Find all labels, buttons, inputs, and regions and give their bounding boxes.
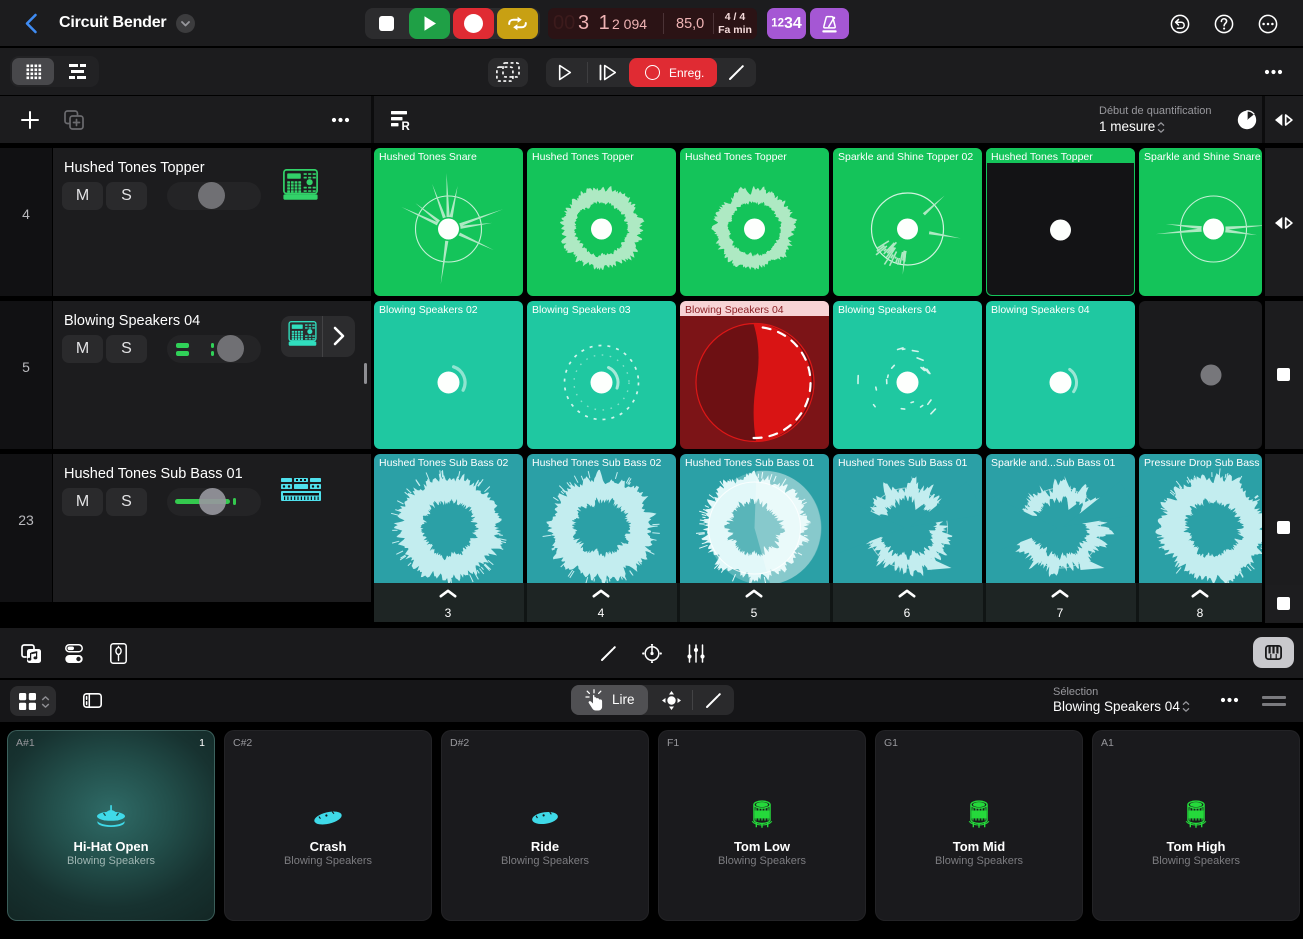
svg-text:R: R (402, 121, 411, 131)
